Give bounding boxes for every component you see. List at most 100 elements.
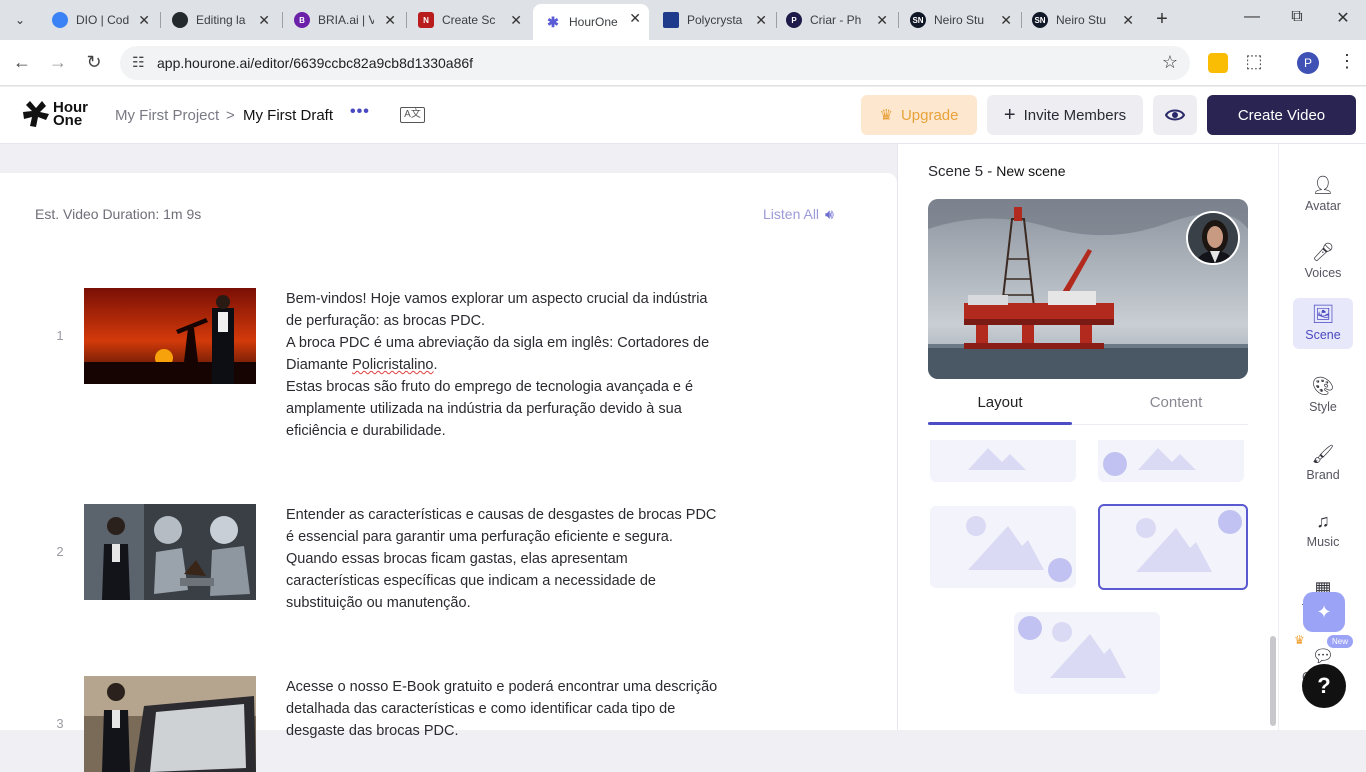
scene-number: 2 — [56, 544, 64, 559]
help-button[interactable]: ? — [1302, 664, 1346, 708]
bookmark-star-icon[interactable]: ☆ — [1162, 52, 1178, 73]
sidebar-item-style[interactable]: 🎨︎ Style — [1293, 370, 1353, 420]
sidebar-item-brand[interactable]: 🖌︎ Brand — [1293, 438, 1353, 488]
sidebar-item-music[interactable]: ♫ Music — [1293, 505, 1353, 555]
sidebar-label: Brand — [1306, 468, 1340, 482]
tab-layout[interactable]: Layout — [928, 394, 1072, 411]
layout-option[interactable] — [1014, 612, 1160, 694]
script-line: substituição ou manutenção. — [286, 595, 471, 611]
script-editor: Est. Video Duration: 1m 9s Listen All 🔊︎ … — [0, 173, 897, 772]
close-tab-icon[interactable]: ✕ — [629, 10, 641, 27]
reload-icon[interactable]: ↻ — [83, 52, 105, 73]
breadcrumb-project[interactable]: My First Project — [115, 107, 219, 124]
more-options-icon[interactable]: ••• — [350, 103, 370, 121]
forward-icon[interactable]: → — [47, 52, 69, 73]
close-tab-icon[interactable]: ✕ — [876, 12, 888, 29]
sidebar-label: Scene — [1305, 328, 1341, 342]
sidebar-item-voices[interactable]: 🎤︎ Voices — [1293, 236, 1353, 286]
scene-script-text[interactable]: Acesse o nosso E-Book gratuito e poderá … — [286, 676, 766, 742]
browser-menu-icon[interactable]: ⋮ — [1338, 51, 1356, 72]
avatar-thumbnail[interactable] — [1186, 211, 1240, 265]
sidebar-label: Avatar — [1305, 199, 1341, 213]
restore-icon[interactable]: ⧉ — [1285, 8, 1309, 26]
lab-robots-thumbnail-image — [84, 504, 256, 600]
breadcrumb-draft[interactable]: My First Draft — [243, 107, 333, 124]
script-line: Diamante Policristalino. — [286, 354, 766, 376]
panel-scrollbar[interactable] — [1270, 636, 1276, 726]
layout-option[interactable] — [930, 506, 1076, 588]
browser-tab[interactable]: SN Neiro Stu ✕ — [1020, 6, 1142, 34]
browser-tab[interactable]: Polycrysta ✕ — [651, 6, 775, 34]
layout-option-selected[interactable] — [1098, 504, 1248, 590]
browser-tab[interactable]: Editing la ✕ — [160, 6, 278, 34]
new-tab-button[interactable]: + — [1150, 8, 1174, 32]
close-tab-icon[interactable]: ✕ — [138, 12, 150, 29]
close-tab-icon[interactable]: ✕ — [1122, 12, 1134, 29]
tab-search-dropdown[interactable]: ⌄ — [6, 8, 34, 32]
create-video-button[interactable]: Create Video — [1207, 95, 1356, 135]
scene-name[interactable]: New scene — [996, 163, 1065, 179]
sunset-oil-thumbnail-image — [84, 288, 256, 384]
github-icon — [172, 12, 188, 28]
script-line: detalhada das características e como ide… — [286, 701, 676, 717]
profile-avatar[interactable]: P — [1297, 52, 1319, 74]
translate-icon[interactable]: A文 — [400, 107, 425, 123]
tab-title: HourOne — [569, 15, 618, 29]
tab-content[interactable]: Content — [1104, 394, 1248, 411]
browser-tab-active[interactable]: ✱ HourOne ✕ — [533, 4, 649, 40]
palette-icon: 🎨︎ — [1311, 376, 1335, 396]
tab-favicon-icon: SN — [910, 12, 926, 28]
invite-members-button[interactable]: + Invite Members — [987, 95, 1143, 135]
tab-favicon-icon: B — [294, 12, 310, 28]
listen-all-button[interactable]: Listen All 🔊︎ — [763, 206, 834, 223]
browser-tab[interactable]: DIO | Cod ✕ — [40, 6, 158, 34]
minimize-icon[interactable]: — — [1240, 8, 1264, 26]
layout-avatar-top-left-icon — [1018, 616, 1126, 678]
extensions-puzzle-icon[interactable]: ⬚ — [1243, 51, 1265, 72]
close-tab-icon[interactable]: ✕ — [384, 12, 396, 29]
sidebar-item-scene[interactable]: 🖼︎ Scene — [1293, 298, 1353, 349]
close-tab-icon[interactable]: ✕ — [1000, 12, 1012, 29]
ai-assistant-button[interactable]: ✦ — [1303, 592, 1345, 632]
browser-tab[interactable]: N Create Sc ✕ — [406, 6, 530, 34]
close-tab-icon[interactable]: ✕ — [755, 12, 767, 29]
hourone-logo[interactable]: Hour One — [22, 99, 88, 129]
back-icon[interactable]: ← — [11, 52, 33, 73]
sidebar-item-avatar[interactable]: 👤︎ Avatar — [1293, 169, 1353, 219]
layout-avatar-top-right-icon — [1136, 510, 1242, 572]
tab-title: BRIA.ai | V — [318, 13, 374, 27]
tab-title: Neiro Stu — [934, 13, 985, 27]
scene-thumbnail[interactable] — [84, 676, 256, 772]
close-tab-icon[interactable]: ✕ — [510, 12, 522, 29]
browser-tabstrip: ⌄ DIO | Cod ✕ Editing la ✕ B BRIA.ai | V… — [0, 0, 1366, 40]
script-line: Entender as características e causas de … — [286, 507, 717, 523]
sparkle-icon: ✦ — [1316, 602, 1332, 622]
browser-tab[interactable]: SN Neiro Stu ✕ — [898, 6, 1020, 34]
microphone-icon: 🎤︎ — [1311, 242, 1335, 262]
sidebar-label: Style — [1309, 400, 1337, 414]
tab-favicon-icon: N — [418, 12, 434, 28]
scene-script-text[interactable]: Entender as características e causas de … — [286, 504, 766, 614]
site-settings-icon[interactable]: ☷ — [132, 54, 145, 71]
scene-preview[interactable] — [928, 199, 1248, 379]
panel-tabs: Layout Content — [928, 392, 1248, 425]
preview-button[interactable] — [1153, 95, 1197, 135]
scene-thumbnail[interactable] — [84, 288, 256, 384]
scene-script-text[interactable]: Bem-vindos! Hoje vamos explorar um aspec… — [286, 288, 766, 442]
listen-all-label: Listen All — [763, 206, 820, 222]
script-line: é essencial para garantir uma perfuração… — [286, 529, 673, 545]
scene-label: Scene 5 - — [928, 163, 993, 180]
layout-avatar-left-icon — [1103, 448, 1196, 476]
browser-tab[interactable]: P Criar - Ph ✕ — [774, 6, 896, 34]
upgrade-button[interactable]: ♛ Upgrade — [861, 95, 977, 135]
layout-option[interactable] — [930, 440, 1076, 482]
scene-number: 3 — [56, 716, 64, 731]
layout-option[interactable] — [1098, 440, 1244, 482]
address-bar[interactable]: ☷ app.hourone.ai/editor/6639ccbc82a9cb8d… — [120, 46, 1190, 80]
close-window-icon[interactable]: ✕ — [1331, 8, 1355, 28]
browser-tab[interactable]: B BRIA.ai | V ✕ — [282, 6, 404, 34]
scene-thumbnail[interactable] — [84, 504, 256, 600]
close-tab-icon[interactable]: ✕ — [258, 12, 270, 29]
url-text[interactable]: app.hourone.ai/editor/6639ccbc82a9cb8d13… — [157, 55, 473, 71]
extension-icon[interactable] — [1208, 53, 1228, 73]
